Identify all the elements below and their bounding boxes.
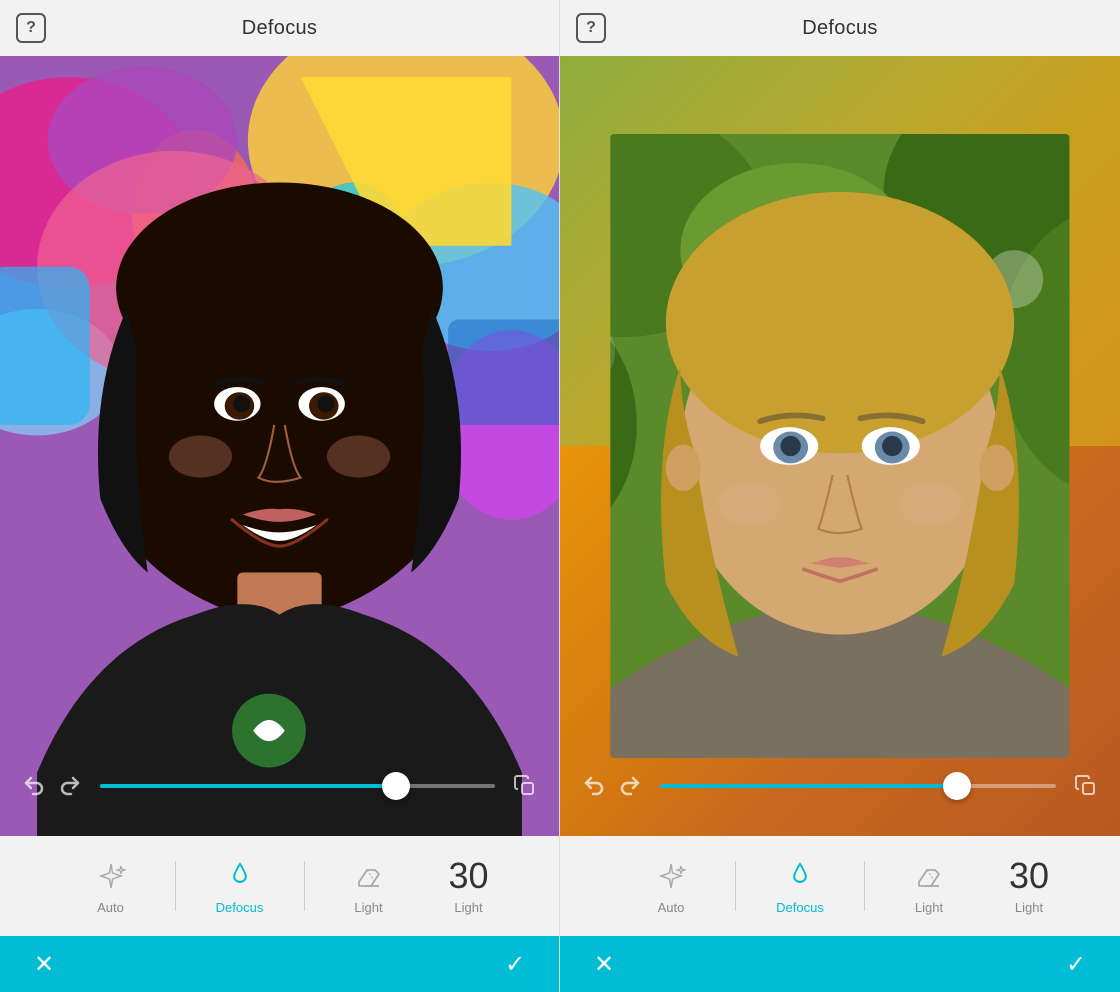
right-light-label: Light <box>915 900 943 915</box>
undo-icon <box>22 774 46 798</box>
right-action-bar: ✕ ✓ <box>560 936 1120 992</box>
right-title: Defocus <box>802 17 877 40</box>
left-light-label: Light <box>354 900 382 915</box>
left-divider-1 <box>175 861 176 911</box>
redo-icon-right <box>618 774 642 798</box>
left-title: Defocus <box>242 17 317 40</box>
undo-icon-right <box>582 774 606 798</box>
right-number-display: 30 Light <box>989 858 1069 915</box>
left-slider-track[interactable] <box>100 784 495 788</box>
right-portrait-svg <box>610 134 1069 758</box>
left-redo-button[interactable] <box>52 768 88 804</box>
left-light-tool[interactable]: Light <box>309 858 429 915</box>
redo-icon <box>58 774 82 798</box>
right-photo <box>560 56 1120 836</box>
right-bottom-toolbar: Auto Defocus Light 30 L <box>560 836 1120 936</box>
left-defocus-label: Defocus <box>216 900 264 915</box>
right-divider-2 <box>864 861 865 911</box>
right-slider-thumb[interactable] <box>943 772 971 800</box>
left-bg-svg <box>0 56 559 836</box>
right-defocus-tool[interactable]: Defocus <box>740 858 860 915</box>
left-divider-2 <box>304 861 305 911</box>
eraser-icon <box>353 860 385 892</box>
left-auto-label: Auto <box>97 900 124 915</box>
right-slider-area <box>560 756 1120 816</box>
right-light-icon <box>911 858 947 894</box>
copy-icon <box>513 774 537 798</box>
left-number-label: Light <box>454 900 482 915</box>
left-confirm-button[interactable]: ✓ <box>495 944 535 984</box>
left-photo <box>0 56 559 836</box>
defocus-drop-icon <box>222 858 258 894</box>
right-auto-label: Auto <box>658 900 685 915</box>
left-panel: ? Defocus <box>0 0 560 992</box>
right-portrait <box>610 134 1069 758</box>
left-slider-fill <box>100 784 396 788</box>
right-light-tool[interactable]: Light <box>869 858 989 915</box>
left-number-display: 30 Light <box>429 858 509 915</box>
right-divider-1 <box>735 861 736 911</box>
left-copy-button[interactable] <box>507 768 543 804</box>
right-number-value: 30 <box>1009 858 1049 894</box>
left-defocus-icon <box>222 858 258 894</box>
left-image-area <box>0 56 559 836</box>
right-number-label: Light <box>1015 900 1043 915</box>
right-help-button[interactable]: ? <box>576 13 606 43</box>
right-eraser-icon <box>913 860 945 892</box>
right-auto-tool[interactable]: Auto <box>611 858 731 915</box>
right-defocus-icon <box>782 858 818 894</box>
right-undo-button[interactable] <box>576 768 612 804</box>
left-bottom-toolbar: Auto Defocus Light 30 L <box>0 836 559 936</box>
auto-sparkle-icon <box>95 860 127 892</box>
copy-icon-right <box>1074 774 1098 798</box>
right-copy-button[interactable] <box>1068 768 1104 804</box>
left-defocus-tool[interactable]: Defocus <box>180 858 300 915</box>
right-slider-fill <box>660 784 957 788</box>
left-action-bar: ✕ ✓ <box>0 936 559 992</box>
right-confirm-button[interactable]: ✓ <box>1056 944 1096 984</box>
left-auto-icon <box>93 858 129 894</box>
left-header: ? Defocus <box>0 0 559 56</box>
right-header: ? Defocus <box>560 0 1120 56</box>
left-slider-thumb[interactable] <box>382 772 410 800</box>
right-defocus-drop-icon <box>782 858 818 894</box>
left-auto-tool[interactable]: Auto <box>51 858 171 915</box>
left-cancel-button[interactable]: ✕ <box>24 944 64 984</box>
right-panel: ? Defocus <box>560 0 1120 992</box>
left-light-icon <box>351 858 387 894</box>
left-number-value: 30 <box>448 858 488 894</box>
left-undo-button[interactable] <box>16 768 52 804</box>
left-slider-area <box>0 756 559 816</box>
right-defocus-label: Defocus <box>776 900 824 915</box>
left-help-button[interactable]: ? <box>16 13 46 43</box>
right-redo-button[interactable] <box>612 768 648 804</box>
right-slider-track[interactable] <box>660 784 1056 788</box>
right-image-area <box>560 56 1120 836</box>
right-auto-icon <box>653 858 689 894</box>
right-auto-sparkle-icon <box>655 860 687 892</box>
left-help-icon: ? <box>26 19 36 37</box>
right-help-icon: ? <box>586 19 596 37</box>
right-cancel-button[interactable]: ✕ <box>584 944 624 984</box>
